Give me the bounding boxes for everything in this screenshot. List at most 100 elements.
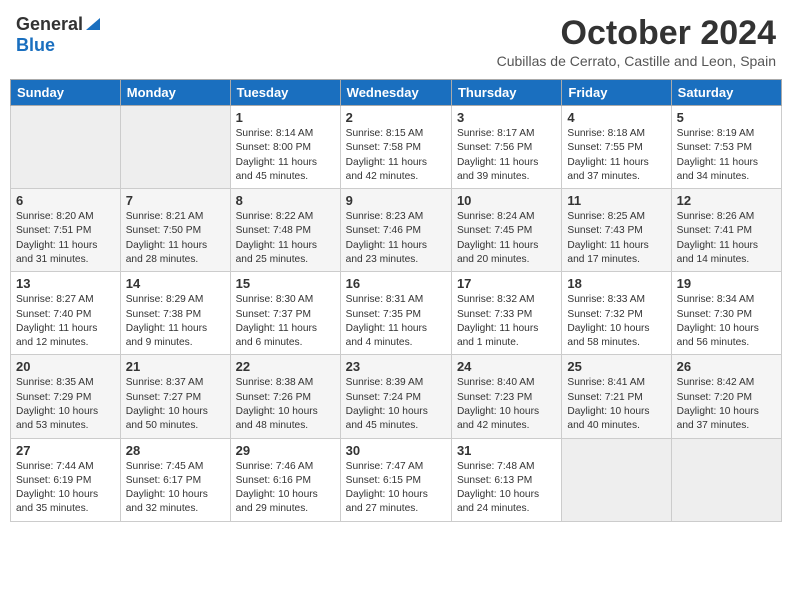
page-header: General Blue October 2024 Cubillas de Ce…	[10, 10, 782, 73]
day-number: 25	[567, 359, 665, 374]
day-info: Sunrise: 8:15 AM Sunset: 7:58 PM Dayligh…	[346, 127, 446, 184]
calendar-cell	[120, 106, 230, 189]
day-number: 5	[677, 110, 776, 125]
day-info: Sunrise: 8:25 AM Sunset: 7:43 PM Dayligh…	[567, 210, 665, 267]
day-number: 30	[346, 443, 446, 458]
day-info: Sunrise: 8:24 AM Sunset: 7:45 PM Dayligh…	[457, 210, 556, 267]
day-number: 14	[126, 276, 225, 291]
day-info: Sunrise: 8:14 AM Sunset: 8:00 PM Dayligh…	[236, 127, 335, 184]
calendar-cell: 6 Sunrise: 8:20 AM Sunset: 7:51 PM Daylig…	[11, 189, 121, 272]
calendar-table: SundayMondayTuesdayWednesdayThursdayFrid…	[10, 79, 782, 522]
calendar-cell: 20Sunrise: 8:35 AM Sunset: 7:29 PM Dayli…	[11, 355, 121, 438]
day-info: Sunrise: 7:45 AM Sunset: 6:17 PM Dayligh…	[126, 460, 225, 517]
day-info: Sunrise: 8:35 AM Sunset: 7:29 PM Dayligh…	[16, 376, 115, 433]
day-info: Sunrise: 8:23 AM Sunset: 7:46 PM Dayligh…	[346, 210, 446, 267]
header-friday: Friday	[562, 80, 671, 106]
day-info: Sunrise: 8:41 AM Sunset: 7:21 PM Dayligh…	[567, 376, 665, 433]
day-number: 26	[677, 359, 776, 374]
calendar-cell	[11, 106, 121, 189]
logo-general-text: General	[16, 14, 83, 35]
header-wednesday: Wednesday	[340, 80, 451, 106]
day-info: Sunrise: 7:46 AM Sunset: 6:16 PM Dayligh…	[236, 460, 335, 517]
day-info: Sunrise: 8:42 AM Sunset: 7:20 PM Dayligh…	[677, 376, 776, 433]
day-number: 27	[16, 443, 115, 458]
calendar-cell: 29Sunrise: 7:46 AM Sunset: 6:16 PM Dayli…	[230, 438, 340, 521]
day-info: Sunrise: 8:39 AM Sunset: 7:24 PM Dayligh…	[346, 376, 446, 433]
calendar-cell: 24 Sunrise: 8:40 AM Sunset: 7:23 PM Dayli…	[451, 355, 561, 438]
header-monday: Monday	[120, 80, 230, 106]
calendar-cell: 3 Sunrise: 8:17 AM Sunset: 7:56 PM Daylig…	[451, 106, 561, 189]
day-info: Sunrise: 8:20 AM Sunset: 7:51 PM Dayligh…	[16, 210, 115, 267]
calendar-cell: 25 Sunrise: 8:41 AM Sunset: 7:21 PM Dayli…	[562, 355, 671, 438]
day-info: Sunrise: 8:31 AM Sunset: 7:35 PM Dayligh…	[346, 293, 446, 350]
day-number: 11	[567, 193, 665, 208]
day-number: 13	[16, 276, 115, 291]
day-number: 8	[236, 193, 335, 208]
location-subtitle: Cubillas de Cerrato, Castille and Leon, …	[497, 53, 776, 69]
calendar-cell: 11 Sunrise: 8:25 AM Sunset: 7:43 PM Dayli…	[562, 189, 671, 272]
day-info: Sunrise: 7:48 AM Sunset: 6:13 PM Dayligh…	[457, 460, 556, 517]
header-tuesday: Tuesday	[230, 80, 340, 106]
day-number: 16	[346, 276, 446, 291]
day-info: Sunrise: 8:34 AM Sunset: 7:30 PM Dayligh…	[677, 293, 776, 350]
day-number: 6	[16, 193, 115, 208]
calendar-cell: 10 Sunrise: 8:24 AM Sunset: 7:45 PM Dayli…	[451, 189, 561, 272]
day-number: 22	[236, 359, 335, 374]
calendar-cell: 22Sunrise: 8:38 AM Sunset: 7:26 PM Dayli…	[230, 355, 340, 438]
calendar-cell: 12Sunrise: 8:26 AM Sunset: 7:41 PM Dayli…	[671, 189, 781, 272]
calendar-cell: 31 Sunrise: 7:48 AM Sunset: 6:13 PM Dayli…	[451, 438, 561, 521]
logo-blue-text: Blue	[16, 35, 55, 55]
calendar-cell: 13 Sunrise: 8:27 AM Sunset: 7:40 PM Dayli…	[11, 272, 121, 355]
day-number: 10	[457, 193, 556, 208]
calendar-cell: 8 Sunrise: 8:22 AM Sunset: 7:48 PM Daylig…	[230, 189, 340, 272]
day-number: 4	[567, 110, 665, 125]
calendar-cell: 18Sunrise: 8:33 AM Sunset: 7:32 PM Dayli…	[562, 272, 671, 355]
day-number: 2	[346, 110, 446, 125]
header-saturday: Saturday	[671, 80, 781, 106]
day-info: Sunrise: 8:29 AM Sunset: 7:38 PM Dayligh…	[126, 293, 225, 350]
day-info: Sunrise: 8:18 AM Sunset: 7:55 PM Dayligh…	[567, 127, 665, 184]
calendar-cell: 16 Sunrise: 8:31 AM Sunset: 7:35 PM Dayli…	[340, 272, 451, 355]
calendar-week-row: 6 Sunrise: 8:20 AM Sunset: 7:51 PM Daylig…	[11, 189, 782, 272]
header-sunday: Sunday	[11, 80, 121, 106]
day-number: 28	[126, 443, 225, 458]
calendar-cell: 15 Sunrise: 8:30 AM Sunset: 7:37 PM Dayli…	[230, 272, 340, 355]
day-info: Sunrise: 8:37 AM Sunset: 7:27 PM Dayligh…	[126, 376, 225, 433]
day-number: 15	[236, 276, 335, 291]
calendar-cell: 9Sunrise: 8:23 AM Sunset: 7:46 PM Daylig…	[340, 189, 451, 272]
day-number: 18	[567, 276, 665, 291]
day-info: Sunrise: 8:21 AM Sunset: 7:50 PM Dayligh…	[126, 210, 225, 267]
calendar-week-row: 13 Sunrise: 8:27 AM Sunset: 7:40 PM Dayli…	[11, 272, 782, 355]
month-title: October 2024	[497, 14, 776, 53]
day-number: 23	[346, 359, 446, 374]
day-number: 19	[677, 276, 776, 291]
day-number: 24	[457, 359, 556, 374]
title-area: October 2024 Cubillas de Cerrato, Castil…	[497, 14, 776, 69]
day-number: 12	[677, 193, 776, 208]
day-number: 7	[126, 193, 225, 208]
calendar-cell: 4 Sunrise: 8:18 AM Sunset: 7:55 PM Daylig…	[562, 106, 671, 189]
day-info: Sunrise: 8:40 AM Sunset: 7:23 PM Dayligh…	[457, 376, 556, 433]
calendar-week-row: 1 Sunrise: 8:14 AM Sunset: 8:00 PM Daylig…	[11, 106, 782, 189]
day-info: Sunrise: 8:17 AM Sunset: 7:56 PM Dayligh…	[457, 127, 556, 184]
day-number: 1	[236, 110, 335, 125]
calendar-cell: 7 Sunrise: 8:21 AM Sunset: 7:50 PM Daylig…	[120, 189, 230, 272]
calendar-cell: 14 Sunrise: 8:29 AM Sunset: 7:38 PM Dayli…	[120, 272, 230, 355]
day-number: 17	[457, 276, 556, 291]
calendar-cell: 1 Sunrise: 8:14 AM Sunset: 8:00 PM Daylig…	[230, 106, 340, 189]
calendar-cell: 5Sunrise: 8:19 AM Sunset: 7:53 PM Daylig…	[671, 106, 781, 189]
day-info: Sunrise: 8:30 AM Sunset: 7:37 PM Dayligh…	[236, 293, 335, 350]
calendar-cell: 26 Sunrise: 8:42 AM Sunset: 7:20 PM Dayli…	[671, 355, 781, 438]
calendar-cell: 2 Sunrise: 8:15 AM Sunset: 7:58 PM Daylig…	[340, 106, 451, 189]
day-number: 31	[457, 443, 556, 458]
logo-icon	[84, 14, 102, 32]
calendar-cell	[562, 438, 671, 521]
day-info: Sunrise: 8:32 AM Sunset: 7:33 PM Dayligh…	[457, 293, 556, 350]
day-number: 3	[457, 110, 556, 125]
header-thursday: Thursday	[451, 80, 561, 106]
day-info: Sunrise: 8:22 AM Sunset: 7:48 PM Dayligh…	[236, 210, 335, 267]
calendar-header-row: SundayMondayTuesdayWednesdayThursdayFrid…	[11, 80, 782, 106]
calendar-week-row: 20Sunrise: 8:35 AM Sunset: 7:29 PM Dayli…	[11, 355, 782, 438]
day-info: Sunrise: 8:27 AM Sunset: 7:40 PM Dayligh…	[16, 293, 115, 350]
calendar-cell: 17 Sunrise: 8:32 AM Sunset: 7:33 PM Dayli…	[451, 272, 561, 355]
